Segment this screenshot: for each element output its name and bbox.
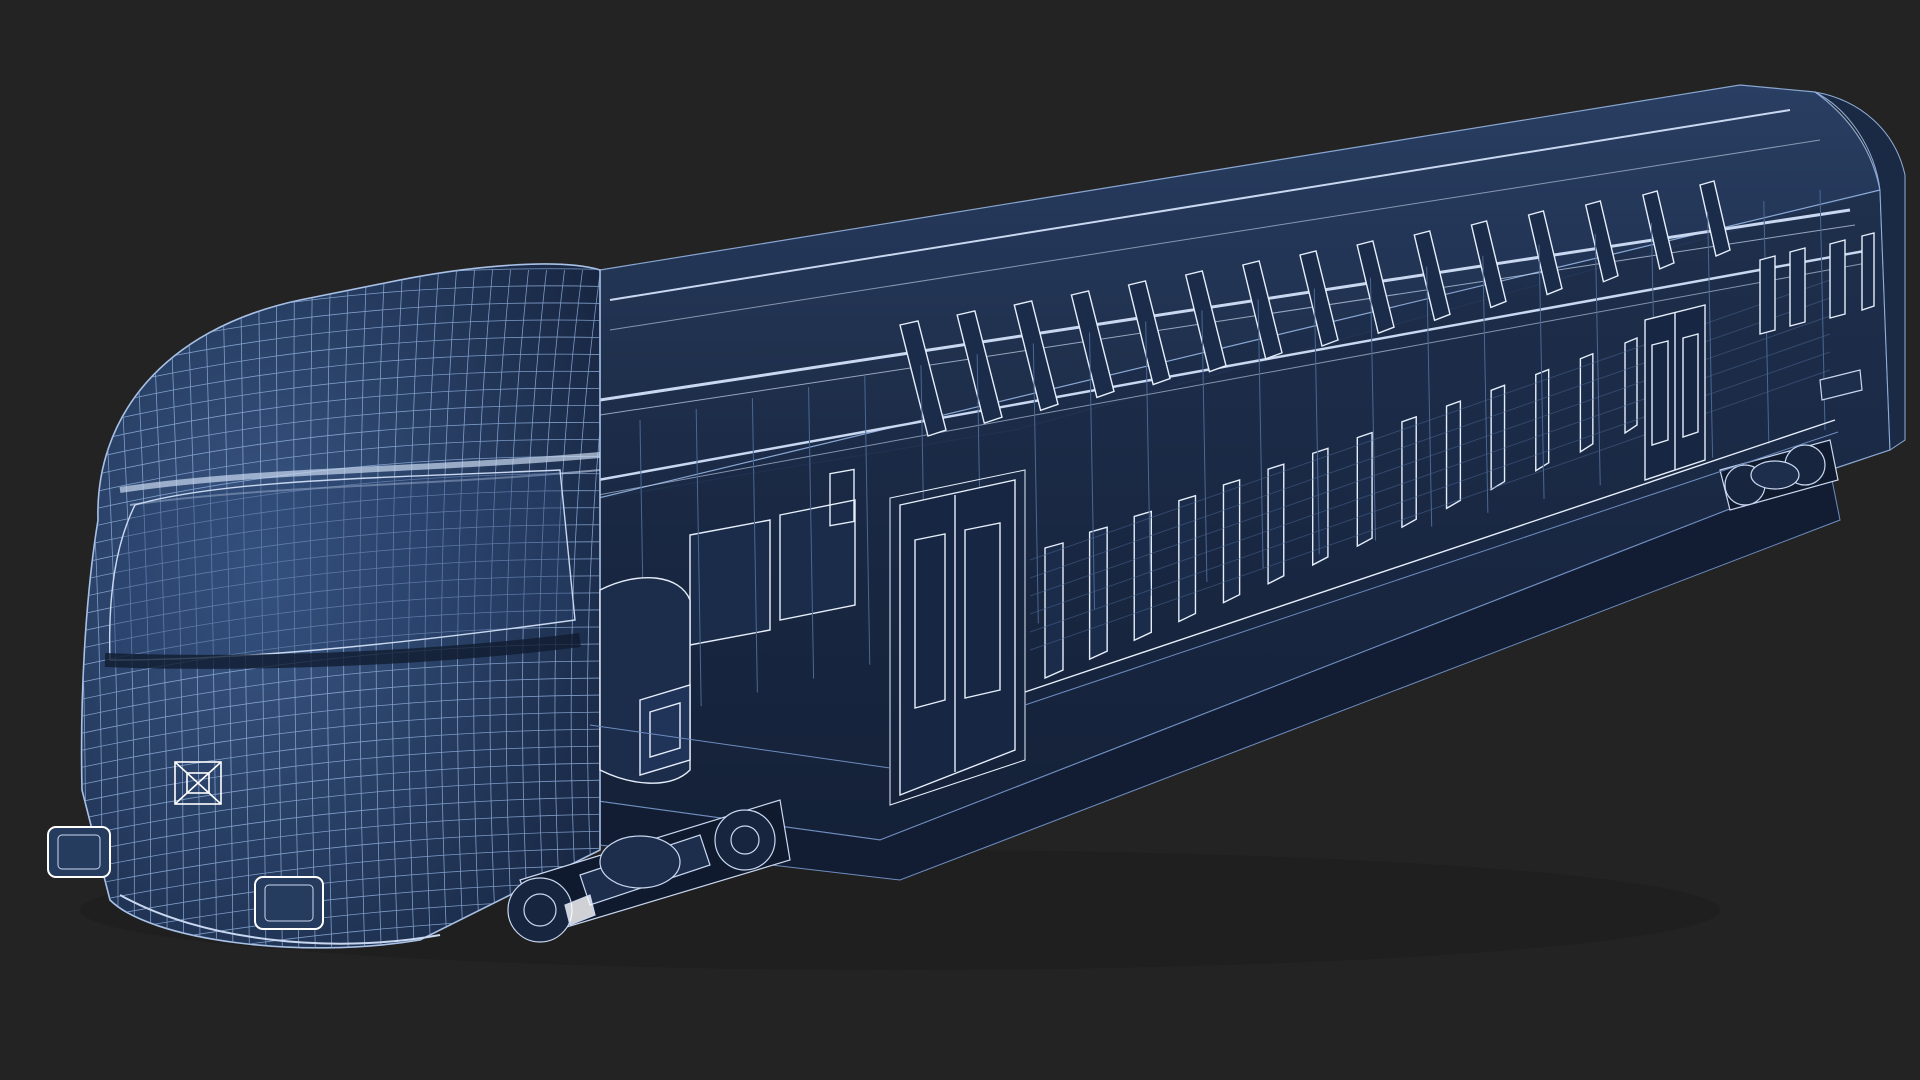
door-rear — [1644, 304, 1706, 481]
headlight-right-icon — [254, 876, 324, 930]
lower-window — [1133, 510, 1153, 642]
lower-window — [1356, 431, 1373, 548]
train-wireframe-model — [47, 84, 1906, 970]
door-middle — [889, 469, 1026, 806]
headlight-left-icon — [47, 826, 111, 878]
3d-viewport[interactable] — [0, 0, 1920, 1080]
lower-window — [779, 499, 856, 621]
lower-window — [1311, 447, 1329, 567]
lower-window — [689, 519, 771, 646]
lower-window — [1445, 400, 1462, 510]
lower-window — [1088, 526, 1108, 661]
lower-window — [1401, 415, 1417, 529]
lower-window — [1490, 384, 1506, 491]
lower-window — [1044, 542, 1064, 680]
